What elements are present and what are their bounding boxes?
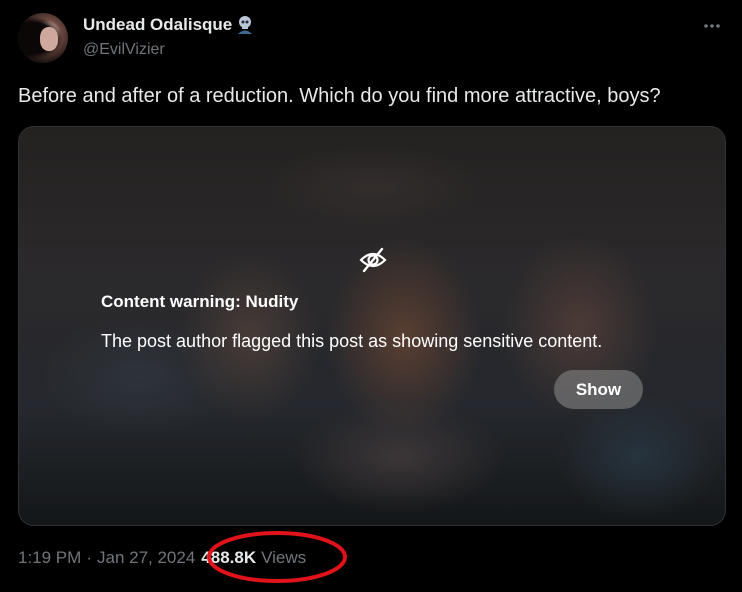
tweet: Undead Odalisque @EvilVizier Before and … — [0, 0, 742, 592]
tweet-date[interactable]: Jan 27, 2024 — [97, 548, 195, 568]
avatar-face — [40, 27, 58, 51]
eye-slash-icon — [358, 245, 388, 275]
content-warning-description: The post author flagged this post as sho… — [101, 331, 603, 351]
meta-separator: · — [86, 548, 92, 567]
show-button[interactable]: Show — [554, 370, 643, 409]
avatar[interactable] — [18, 13, 68, 63]
skull-emoji-icon — [236, 15, 254, 35]
user-handle[interactable]: @EvilVizier — [83, 41, 165, 59]
tweet-meta: 1:19 PM · Jan 27, 2024 488.8K Views — [18, 548, 306, 568]
tweet-text: Before and after of a reduction. Which d… — [18, 85, 661, 107]
sensitive-media[interactable]: Content warning: Nudity The post author … — [18, 126, 726, 526]
more-horizontal-icon[interactable] — [700, 14, 724, 38]
content-warning-title: Content warning: Nudity — [101, 292, 299, 311]
display-name-text: Undead Odalisque — [83, 15, 233, 34]
media-blur-overlay — [19, 127, 725, 525]
views-label: Views — [261, 548, 307, 567]
views-count[interactable]: 488.8K — [201, 548, 256, 568]
tweet-time[interactable]: 1:19 PM — [18, 548, 81, 568]
display-name[interactable]: Undead Odalisque — [83, 15, 254, 35]
